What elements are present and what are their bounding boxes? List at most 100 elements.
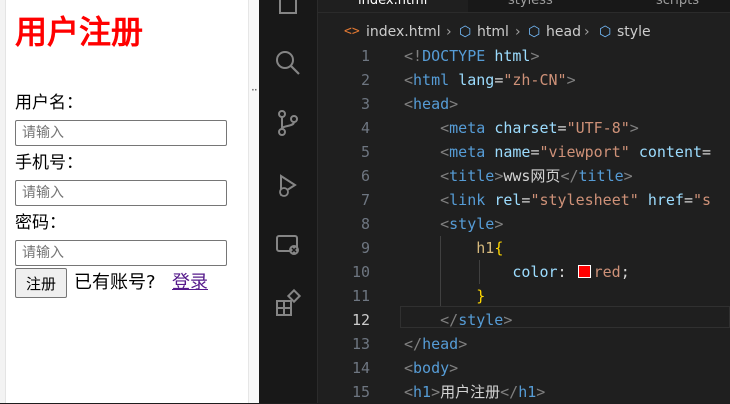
chevron-right-icon: › (584, 24, 590, 40)
code-line[interactable]: 5 <meta name="viewport" content= (318, 140, 730, 164)
code-token: > (458, 335, 468, 353)
code-token: content (638, 143, 703, 161)
tab-index-html[interactable]: index.html (318, 0, 468, 12)
code-token: "UTF-8" (566, 119, 630, 137)
code-line[interactable]: 4 <meta charset="UTF-8"> (318, 116, 730, 140)
symbol-icon: ⬡ (528, 24, 541, 40)
code-line[interactable]: 7 <link rel="stylesheet" href="s (318, 188, 730, 212)
code-line[interactable]: 2 <html lang="zh-CN"> (318, 68, 730, 92)
code-token: head (422, 335, 459, 353)
code-token: < (440, 167, 450, 185)
code-token: </ (560, 167, 579, 185)
tab-styless[interactable]: styless (478, 0, 588, 12)
code-text: <title>wws网页</title> (404, 164, 633, 188)
breadcrumb-html[interactable]: html (477, 20, 509, 44)
editor-tabs: index.html styless scripts (318, 0, 730, 13)
code-token: color (512, 263, 558, 281)
extensions-icon[interactable] (273, 288, 303, 318)
breadcrumb-head[interactable]: head (546, 20, 581, 44)
code-token: < (404, 383, 414, 401)
code-token: red (593, 263, 621, 281)
code-token: > (431, 383, 441, 401)
line-number: 1 (360, 47, 370, 65)
code-line[interactable]: 12 </style> (318, 308, 730, 332)
code-line[interactable]: 13 </head> (318, 332, 730, 356)
code-text: h1{ (404, 236, 503, 260)
search-icon[interactable] (273, 48, 303, 78)
code-token: html (413, 71, 450, 89)
breadcrumb-style[interactable]: style (617, 20, 651, 44)
login-link[interactable]: 登录 (172, 271, 208, 295)
code-token: = (557, 119, 567, 137)
color-swatch-icon (577, 265, 591, 278)
code-text: <meta charset="UTF-8"> (404, 116, 639, 140)
username-label: 用户名： (15, 93, 83, 113)
line-number: 11 (351, 287, 370, 305)
code-line[interactable]: 3 <head> (318, 92, 730, 116)
code-line[interactable]: 11 } (318, 284, 730, 308)
code-token: > (566, 71, 576, 89)
run-debug-icon[interactable] (273, 170, 303, 200)
code-text: } (404, 284, 485, 308)
code-token: </ (500, 383, 519, 401)
line-number: 6 (360, 167, 370, 185)
code-text: <html lang="zh-CN"> (404, 68, 576, 92)
code-token: < (440, 215, 450, 233)
code-token: link (449, 191, 486, 209)
code-line[interactable]: 15 <h1>用户注册</h1> (318, 380, 730, 404)
remote-explorer-icon[interactable] (273, 230, 303, 260)
explorer-icon[interactable] (273, 0, 303, 18)
code-line[interactable]: 9 h1{ (318, 236, 730, 260)
tab-scripts[interactable]: scripts (618, 0, 730, 12)
line-number: 13 (351, 335, 370, 353)
code-token: < (440, 119, 450, 137)
line-number: 14 (351, 359, 370, 377)
source-control-icon[interactable] (273, 108, 303, 138)
password-input[interactable] (15, 240, 227, 266)
code-token: <! (404, 47, 423, 65)
code-text: </style> (404, 308, 512, 332)
register-button[interactable]: 注册 (15, 268, 67, 298)
code-token: href (647, 191, 684, 209)
code-token: "s (693, 191, 712, 209)
tab-label: index.html (358, 0, 428, 8)
code-text: <body> (404, 356, 458, 380)
code-editor[interactable]: index.html styless scripts < > index.html… (318, 0, 730, 403)
breadcrumb-file[interactable]: index.html (366, 20, 441, 44)
symbol-icon: ⬡ (599, 24, 612, 40)
line-number: 9 (360, 239, 370, 257)
code-line[interactable]: 6 <title>wws网页</title> (318, 164, 730, 188)
phone-input[interactable] (15, 180, 227, 206)
code-token: ; (620, 263, 630, 281)
code-text: <link rel="stylesheet" href="s (404, 188, 711, 212)
line-number: 10 (351, 263, 370, 281)
splitter-grip-icon[interactable]: ·· (251, 84, 258, 96)
code-line[interactable]: 8 <style> (318, 212, 730, 236)
line-number: 12 (351, 311, 370, 329)
username-input[interactable] (15, 120, 227, 146)
line-number: 15 (351, 383, 370, 401)
code-text: <style> (404, 212, 503, 236)
code-token: head (413, 95, 450, 113)
code-text: <meta name="viewport" content= (404, 140, 711, 164)
code-line[interactable]: 10 color: red; (318, 260, 730, 284)
code-token: { (494, 239, 504, 257)
code-token: > (536, 383, 546, 401)
code-token: h1 (413, 383, 432, 401)
code-token: > (449, 359, 459, 377)
code-token: meta (449, 143, 486, 161)
code-token: </ (440, 311, 459, 329)
code-token: title (578, 167, 624, 185)
code-token: < (440, 143, 450, 161)
code-token: = (494, 71, 504, 89)
code-line[interactable]: 1 <!DOCTYPE html> (318, 44, 730, 68)
code-line[interactable]: 14 <body> (318, 356, 730, 380)
